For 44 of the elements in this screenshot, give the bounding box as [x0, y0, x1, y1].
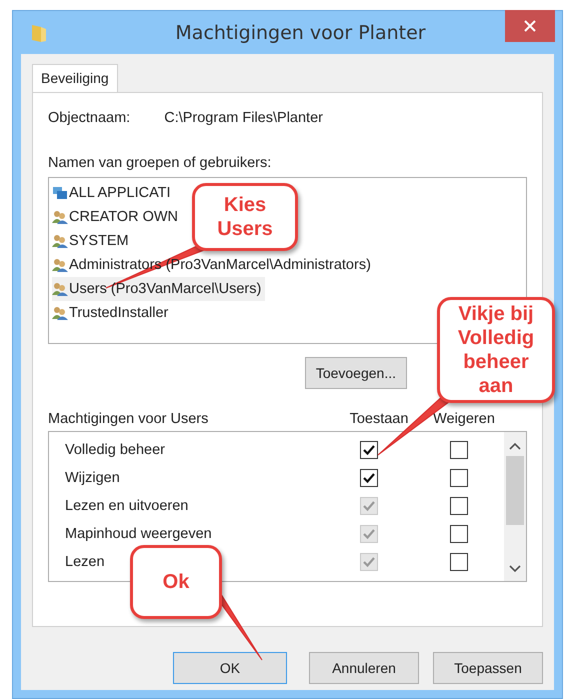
callout: Ok [130, 545, 222, 619]
callout: Vikje bij Volledig beheer aan [437, 297, 555, 403]
scrollbar[interactable] [504, 432, 526, 581]
users-icon [52, 210, 68, 224]
object-name-label: Objectnaam: [48, 110, 130, 126]
dialog-button[interactable]: OK [173, 652, 287, 684]
add-button[interactable]: Toevoegen... [304, 357, 407, 389]
allow-checkbox[interactable] [360, 469, 378, 487]
principals-label: Namen van groepen of gebruikers: [48, 155, 272, 171]
deny-checkbox[interactable] [450, 553, 468, 571]
deny-column-header: Weigeren [432, 411, 496, 427]
deny-checkbox[interactable] [450, 441, 468, 459]
callout: Kies Users [192, 183, 298, 251]
users-icon [52, 306, 68, 320]
allow-checkbox[interactable] [360, 441, 378, 459]
folder-icon [31, 22, 47, 42]
deny-checkbox[interactable] [450, 469, 468, 487]
principal-item[interactable]: TrustedInstaller [52, 301, 172, 325]
permissions-label: Machtigingen voor Users [48, 411, 210, 427]
package-icon [52, 186, 68, 200]
permission-name: Mapinhoud weergeven [65, 526, 213, 542]
scroll-down-icon [509, 565, 521, 573]
close-icon [523, 19, 537, 33]
permission-name: Volledig beheer [65, 442, 166, 458]
permission-name: Lezen en uitvoeren [65, 498, 190, 514]
principal-item[interactable]: ALL APPLICATI [52, 181, 175, 205]
window-title: Machtigingen voor Planter [175, 22, 426, 44]
users-icon [52, 258, 68, 272]
permission-name: Lezen [65, 554, 106, 570]
close-button[interactable] [505, 10, 555, 42]
users-icon [52, 234, 68, 248]
dialog-button[interactable]: Annuleren [309, 652, 419, 684]
principal-item[interactable]: Users (Pro3VanMarcel\Users) [52, 277, 266, 301]
users-icon [52, 282, 68, 296]
permission-name: Wijzigen [65, 470, 121, 486]
deny-checkbox[interactable] [450, 497, 468, 515]
object-name-value: C:\Program Files\Planter [164, 110, 323, 126]
deny-checkbox[interactable] [450, 525, 468, 543]
principal-item[interactable]: SYSTEM [52, 229, 133, 253]
scroll-up-icon [509, 442, 521, 450]
dialog-button[interactable]: Toepassen [433, 652, 543, 684]
principal-item[interactable]: CREATOR OWN [52, 205, 182, 229]
tab[interactable]: Beveiliging [32, 64, 118, 92]
allow-column-header: Toestaan [348, 411, 410, 427]
